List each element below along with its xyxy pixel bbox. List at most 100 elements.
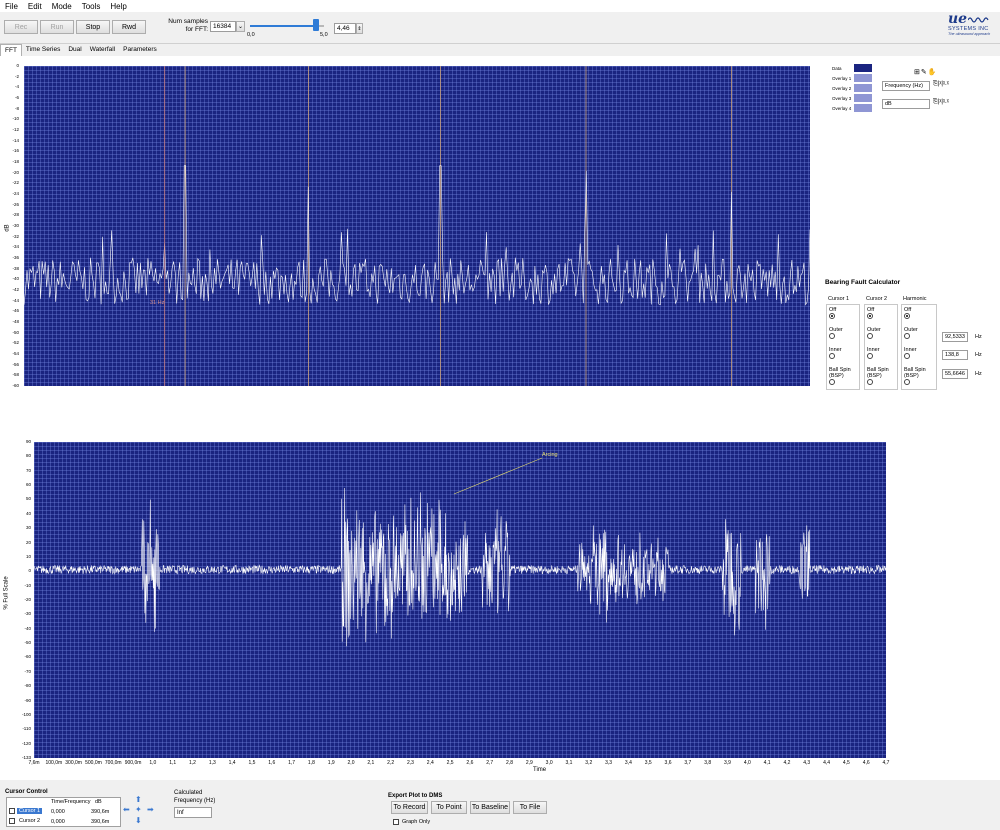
radio-option-off[interactable]: Off <box>829 307 836 321</box>
arcing-annotation-line <box>453 457 543 495</box>
ts-y-tick: 10 <box>25 553 31 559</box>
fft-y-tick: -28 <box>12 212 19 218</box>
radio-button[interactable] <box>829 379 835 385</box>
ts-y-tick: -120 <box>21 740 31 746</box>
radio-option-inner[interactable]: Inner <box>904 347 917 361</box>
arrow-up-icon[interactable]: ⬆ <box>135 795 142 804</box>
stop-button[interactable]: Stop <box>76 20 110 34</box>
legend-data-swatch[interactable] <box>854 64 872 72</box>
menu-file[interactable]: File <box>0 2 23 11</box>
radio-button[interactable] <box>904 313 910 319</box>
to-file-button[interactable]: To File <box>513 801 547 814</box>
fft-y-tick: -38 <box>12 265 19 271</box>
toolbar: Rec Run Stop Rwd Num samples for FFT: 16… <box>0 12 1000 44</box>
x-axis-format-icons[interactable]: ⎘|ᵡ|ᵡ.ᵡ <box>933 81 949 88</box>
to-baseline-button[interactable]: To Baseline <box>470 801 510 814</box>
legend-overlay-1-swatch[interactable] <box>854 74 872 82</box>
radio-button[interactable] <box>829 313 835 319</box>
menu-edit[interactable]: Edit <box>23 2 47 11</box>
ts-y-tick: 50 <box>25 496 31 502</box>
stepper-icon[interactable]: ⇕ <box>356 23 363 34</box>
menu-help[interactable]: Help <box>105 2 131 11</box>
slider-handle[interactable] <box>313 19 319 31</box>
arcing-annotation: Arcing <box>542 452 558 458</box>
legend-overlay-4-label: Overlay 4 <box>832 105 852 111</box>
outer-freq-value: 92,5333 <box>942 332 968 342</box>
arrow-left-icon[interactable]: ⬅ <box>123 805 130 814</box>
run-button[interactable]: Run <box>40 20 74 34</box>
radio-button[interactable] <box>829 333 835 339</box>
fft-y-tick: -22 <box>12 180 19 186</box>
cursor-row-2[interactable]: Cursor 2 <box>9 818 42 824</box>
fft-y-tick: -46 <box>12 308 19 314</box>
center-cursor-icon[interactable]: ✦ <box>135 805 142 814</box>
ts-y-tick: -50 <box>24 640 31 646</box>
graph-only-option[interactable]: Graph Only <box>393 819 430 825</box>
radio-option-outer[interactable]: Outer <box>829 327 843 341</box>
radio-option-ball-spin[interactable]: Ball Spin (BSP) <box>867 367 889 387</box>
radio-button[interactable] <box>904 353 910 359</box>
inner-unit: Hz <box>975 352 982 358</box>
to-record-button[interactable]: To Record <box>391 801 428 814</box>
ts-y-tick: 80 <box>25 453 31 459</box>
chevron-down-icon[interactable]: ⌄ <box>236 21 245 32</box>
legend-overlay-2-swatch[interactable] <box>854 84 872 92</box>
radio-option-inner[interactable]: Inner <box>829 347 842 361</box>
fft-y-tick: -34 <box>12 244 19 250</box>
cursor-1-db: 390,6m <box>91 809 110 815</box>
menu-tools[interactable]: Tools <box>77 2 106 11</box>
radio-option-ball-spin[interactable]: Ball Spin (BSP) <box>904 367 926 387</box>
tab-parameters[interactable]: Parameters <box>119 44 161 56</box>
radio-option-inner[interactable]: Inner <box>867 347 880 361</box>
to-point-button[interactable]: To Point <box>431 801 467 814</box>
radio-button[interactable] <box>867 313 873 319</box>
cursor-row-1[interactable]: Cursor 1 <box>9 808 43 814</box>
legend-overlay-4-swatch[interactable] <box>854 104 872 112</box>
tab-bar: FFT Time Series Dual Waterfall Parameter… <box>0 44 1000 56</box>
menu-mode[interactable]: Mode <box>47 2 77 11</box>
ts-y-tick: -20 <box>24 597 31 602</box>
wave-icon <box>968 17 989 23</box>
slider-value-field[interactable]: 4,46 <box>334 23 356 34</box>
radio-button[interactable] <box>867 379 873 385</box>
fft-y-tick: -26 <box>12 201 19 207</box>
ts-y-axis-label: % Full Scale <box>3 576 10 610</box>
fft-y-tick: -20 <box>12 169 19 175</box>
arrow-right-icon[interactable]: ➡ <box>147 805 154 814</box>
rwd-button[interactable]: Rwd <box>112 20 146 34</box>
radio-option-outer[interactable]: Outer <box>904 327 918 341</box>
ball-freq-value: 55,6646 <box>942 369 968 379</box>
num-samples-label: Num samples for FFT: <box>168 18 208 33</box>
radio-button[interactable] <box>904 379 910 385</box>
radio-option-outer[interactable]: Outer <box>867 327 881 341</box>
cursor-2-checkbox[interactable] <box>9 818 15 824</box>
radio-button[interactable] <box>867 333 873 339</box>
ts-data-trace <box>34 487 886 647</box>
arrow-down-icon[interactable]: ⬇ <box>135 816 142 825</box>
radio-button[interactable] <box>829 353 835 359</box>
radio-option-off[interactable]: Off <box>867 307 874 321</box>
graph-only-checkbox[interactable] <box>393 819 399 825</box>
legend-overlay-3-swatch[interactable] <box>854 94 872 102</box>
ts-plot[interactable]: Arcing <box>34 442 886 758</box>
legend-overlay-2-label: Overlay 2 <box>832 85 852 91</box>
cursor-1-checkbox[interactable] <box>9 808 15 814</box>
y-axis-format-icons[interactable]: ⎘|ᵡ|ᵡ.ᵡ <box>933 99 949 106</box>
num-samples-value[interactable]: 16384 <box>210 21 236 32</box>
radio-option-off[interactable]: Off <box>904 307 911 321</box>
x-axis-name-field[interactable]: Frequency (Hz) <box>882 81 930 91</box>
graph-tools-icon[interactable]: ⊞✎✋ <box>914 68 937 76</box>
radio-label: Ball Spin (BSP) <box>829 367 851 379</box>
fft-y-tick: 0 <box>16 63 19 68</box>
tab-fft[interactable]: FFT <box>0 44 22 56</box>
tab-dual[interactable]: Dual <box>64 44 85 56</box>
y-axis-name-field[interactable]: dB <box>882 99 930 109</box>
radio-button[interactable] <box>867 353 873 359</box>
tab-time-series[interactable]: Time Series <box>22 44 64 56</box>
radio-button[interactable] <box>904 333 910 339</box>
rec-button[interactable]: Rec <box>4 20 38 34</box>
fft-plot[interactable]: 31 Hz <box>24 66 810 386</box>
radio-option-ball-spin[interactable]: Ball Spin (BSP) <box>829 367 851 387</box>
cursor-2-name: Cursor 2 <box>19 818 41 824</box>
tab-waterfall[interactable]: Waterfall <box>86 44 119 56</box>
